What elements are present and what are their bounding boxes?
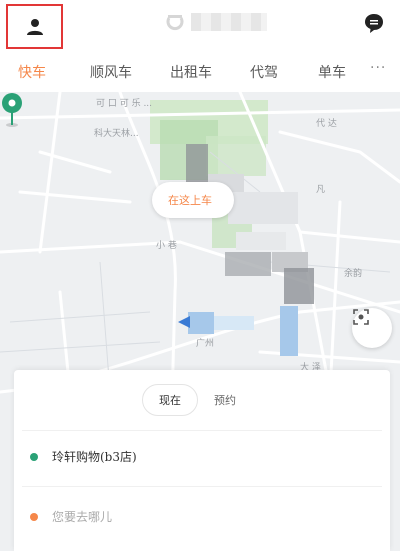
map-label: 可 口 可 乐 ... xyxy=(96,99,153,109)
app-logo xyxy=(165,10,275,34)
pickup-address-row[interactable]: 玲轩购物(b3店) xyxy=(30,448,137,465)
person-icon xyxy=(26,18,43,35)
divider xyxy=(22,486,382,487)
map-label: 代 达 xyxy=(316,119,337,129)
booking-card: 现在 预约 玲轩购物(b3店) 您要去哪儿 xyxy=(14,370,390,551)
map-label: 小 巷 xyxy=(156,241,177,251)
mode-reserve-button[interactable]: 预约 xyxy=(214,392,236,408)
pickup-point-label: 在这上车 xyxy=(168,194,212,207)
destination-placeholder: 您要去哪儿 xyxy=(52,510,113,524)
destination-row[interactable]: 您要去哪儿 xyxy=(30,508,112,525)
chat-bubble-icon[interactable] xyxy=(363,12,385,34)
destination-dot-icon xyxy=(30,512,38,521)
map-label: 广州 xyxy=(196,339,215,349)
pickup-point-bubble[interactable]: 在这上车 xyxy=(152,182,234,218)
pickup-address: 玲轩购物(b3店) xyxy=(52,450,137,464)
logo-mark-icon xyxy=(166,15,184,31)
divider xyxy=(22,430,382,431)
service-tabs: 快车 顺风车 出租车 代驾 单车 ··· xyxy=(0,54,400,90)
map-label: 余韵 xyxy=(344,269,363,279)
tab-designated-driver[interactable]: 代驾 xyxy=(250,62,278,82)
location-pin-icon xyxy=(2,93,22,127)
map-label: 凡 xyxy=(316,185,326,195)
tab-bike[interactable]: 单车 xyxy=(318,62,346,82)
tab-taxi[interactable]: 出租车 xyxy=(170,62,212,82)
top-bar xyxy=(0,0,400,49)
pickup-dot-icon xyxy=(30,452,38,461)
more-tabs-icon[interactable]: ··· xyxy=(370,60,386,76)
ride-time-toggle: 现在 预约 xyxy=(142,384,236,416)
map-label: 科大天林... xyxy=(94,129,139,139)
locate-me-button[interactable] xyxy=(352,308,392,348)
logo-wordmark-blurred xyxy=(191,13,267,31)
tab-carpool[interactable]: 顺风车 xyxy=(90,62,132,82)
profile-button[interactable] xyxy=(6,4,63,49)
crosshair-locate-icon xyxy=(353,309,369,325)
mode-now-button[interactable]: 现在 xyxy=(142,384,198,416)
tab-express[interactable]: 快车 xyxy=(18,62,46,82)
